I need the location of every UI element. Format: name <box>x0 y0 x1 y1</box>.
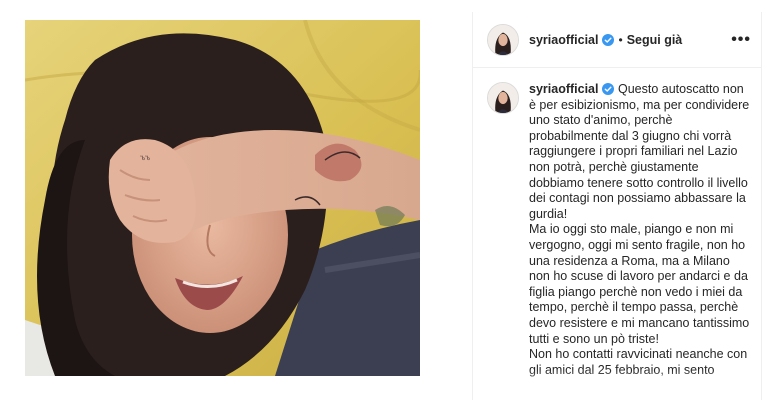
caption-fade <box>473 370 761 400</box>
verified-badge-icon <box>602 83 615 95</box>
verified-badge-icon <box>602 33 615 46</box>
avatar[interactable] <box>487 23 519 56</box>
following-button[interactable]: Segui già <box>627 33 683 47</box>
caption-username[interactable]: syriaofficial <box>529 82 598 96</box>
caption-body-1: Questo autoscatto non è per esibizionism… <box>529 82 750 221</box>
post-photo: ꭌꭌ <box>25 20 420 376</box>
post-side-panel: syriaofficial • Segui già ••• syriaoffic… <box>472 12 762 400</box>
caption-paragraph-2: Ma io oggi sto male, piango e non mi ver… <box>529 222 750 346</box>
more-options-icon[interactable]: ••• <box>731 31 751 49</box>
username[interactable]: syriaofficial <box>529 33 598 47</box>
separator-dot: • <box>618 32 623 47</box>
selfie-image: ꭌꭌ <box>25 20 420 376</box>
caption-paragraph-1: syriaofficial Questo autoscatto non è pe… <box>529 82 751 222</box>
caption-text: syriaofficial Questo autoscatto non è pe… <box>529 82 751 378</box>
caption-row: syriaofficial Questo autoscatto non è pe… <box>473 68 761 378</box>
caption-avatar[interactable] <box>487 82 519 114</box>
post-header: syriaofficial • Segui già ••• <box>473 12 761 68</box>
svg-text:ꭌꭌ: ꭌꭌ <box>140 153 150 162</box>
